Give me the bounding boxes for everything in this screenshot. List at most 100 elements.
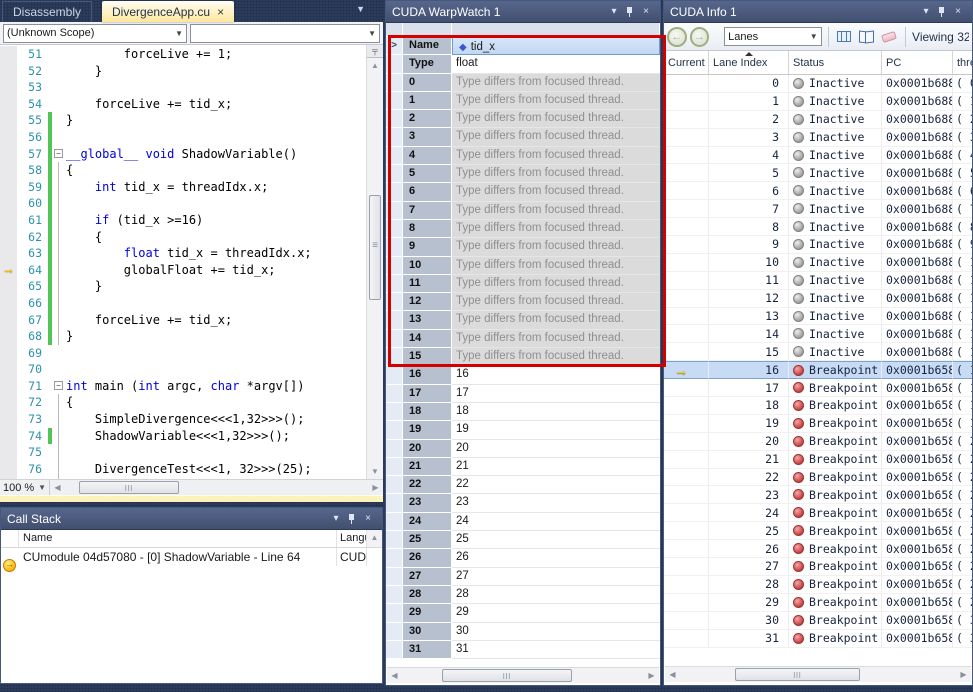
warpwatch-lane-row[interactable]: 1717 (386, 385, 660, 403)
row-selector-cell[interactable] (386, 220, 403, 238)
warpwatch-lane-row[interactable]: 1818 (386, 403, 660, 421)
cudainfo-lane-row[interactable]: 14Inactive0x0001b688( 14, 0, 0 ) (664, 325, 972, 343)
value-cell[interactable]: Type differs from focused thread. (452, 165, 660, 183)
warpwatch-lane-row[interactable]: 3030 (386, 623, 660, 641)
cudainfo-lane-row[interactable]: 6Inactive0x0001b688( 6, 0, 0 ) (664, 182, 972, 200)
warpwatch-lane-row[interactable]: 5Type differs from focused thread. (386, 165, 660, 183)
cudainfo-lane-row[interactable]: 24Breakpoint0x0001b658( 24, 0, 0 ) (664, 504, 972, 522)
cudainfo-lane-row[interactable]: →16Breakpoint0x0001b658( 16, 0, 0 ) (664, 361, 972, 379)
breakpoint-margin[interactable] (0, 361, 17, 378)
cudainfo-lane-row[interactable]: 22Breakpoint0x0001b658( 22, 0, 0 ) (664, 469, 972, 487)
cudainfo-lane-row[interactable]: 28Breakpoint0x0001b658( 28, 0, 0 ) (664, 576, 972, 594)
warpwatch-lane-row[interactable]: 1616 (386, 366, 660, 384)
scroll-up-icon[interactable]: ▲ (367, 58, 383, 73)
row-selector-cell[interactable] (386, 55, 403, 73)
breakpoint-margin[interactable] (0, 162, 17, 179)
vertical-scroll-thumb[interactable] (369, 195, 381, 300)
row-selector-cell[interactable] (386, 568, 403, 586)
zoom-level-dropdown[interactable]: 100 % ▼ (0, 480, 50, 495)
member-dropdown[interactable]: ▼ (190, 24, 380, 43)
code-line[interactable]: 67 forceLive += tid_x; (0, 312, 366, 329)
row-selector-cell[interactable] (386, 366, 403, 384)
warpwatch-lane-row[interactable]: 2020 (386, 440, 660, 458)
value-cell[interactable]: 29 (452, 604, 660, 622)
warpwatch-horizontal-scrollbar[interactable]: ◀ ▶ (387, 667, 659, 683)
close-icon[interactable]: × (217, 5, 224, 19)
cudainfo-lane-row[interactable]: 12Inactive0x0001b688( 12, 0, 0 ) (664, 290, 972, 308)
warpwatch-lane-row[interactable]: 1Type differs from focused thread. (386, 92, 660, 110)
warpwatch-lane-row[interactable]: 2222 (386, 476, 660, 494)
value-cell[interactable]: Type differs from focused thread. (452, 110, 660, 128)
warpwatch-lane-row[interactable]: 2929 (386, 604, 660, 622)
code-line[interactable]: 59 int tid_x = threadIdx.x; (0, 179, 366, 196)
row-selector-cell[interactable] (386, 421, 403, 439)
value-cell[interactable]: 19 (452, 421, 660, 439)
cudainfo-lane-row[interactable]: 4Inactive0x0001b688( 4, 0, 0 ) (664, 147, 972, 165)
value-cell[interactable]: 21 (452, 458, 660, 476)
cudainfo-lane-row[interactable]: 17Breakpoint0x0001b658( 17, 0, 0 ) (664, 379, 972, 397)
value-cell[interactable]: Type differs from focused thread. (452, 220, 660, 238)
row-selector-cell[interactable] (386, 403, 403, 421)
row-selector-cell[interactable] (386, 147, 403, 165)
cudainfo-lane-row[interactable]: 10Inactive0x0001b688( 10, 0, 0 ) (664, 254, 972, 272)
collapse-minus-icon[interactable]: − (54, 149, 63, 158)
close-icon[interactable]: × (360, 512, 376, 526)
breakpoint-margin[interactable] (0, 129, 17, 146)
breakpoint-margin[interactable] (0, 212, 17, 229)
code-line[interactable]: 74 ShadowVariable<<<1,32>>>(); (0, 428, 366, 445)
row-selector-cell[interactable] (386, 92, 403, 110)
breakpoint-margin[interactable] (0, 312, 17, 329)
row-selector-cell[interactable] (386, 165, 403, 183)
cudainfo-lane-row[interactable]: 13Inactive0x0001b688( 13, 0, 0 ) (664, 308, 972, 326)
value-cell[interactable]: Type differs from focused thread. (452, 74, 660, 92)
value-cell[interactable]: Type differs from focused thread. (452, 257, 660, 275)
warpwatch-lane-row[interactable]: 2828 (386, 586, 660, 604)
value-cell[interactable]: 20 (452, 440, 660, 458)
close-icon[interactable]: × (950, 5, 966, 19)
cudainfo-lane-row[interactable]: 18Breakpoint0x0001b658( 18, 0, 0 ) (664, 397, 972, 415)
horizontal-scroll-thumb[interactable] (442, 669, 572, 682)
scroll-up-icon[interactable]: ▲ (367, 530, 382, 547)
value-cell[interactable]: 27 (452, 568, 660, 586)
breakpoint-margin[interactable] (0, 245, 17, 262)
value-cell[interactable]: Type differs from focused thread. (452, 238, 660, 256)
row-selector-cell[interactable] (386, 74, 403, 92)
scroll-left-icon[interactable]: ◀ (387, 668, 402, 683)
warpwatch-lane-row[interactable]: 0Type differs from focused thread. (386, 74, 660, 92)
code-line[interactable]: 55} (0, 112, 366, 129)
scroll-down-icon[interactable]: ▼ (367, 464, 383, 479)
value-cell[interactable]: 22 (452, 476, 660, 494)
breakpoint-margin[interactable] (0, 394, 17, 411)
row-selector-cell[interactable] (386, 604, 403, 622)
value-cell[interactable]: 28 (452, 586, 660, 604)
code-line[interactable]: 76 DivergenceTest<<<1, 32>>>(25); (0, 461, 366, 478)
breakpoint-margin[interactable] (0, 146, 17, 163)
row-selector-cell[interactable] (386, 440, 403, 458)
callstack-frame-row[interactable]: CUmodule 04d57080 - [0] ShadowVariable -… (1, 548, 382, 566)
scope-dropdown[interactable]: (Unknown Scope) ▼ (3, 24, 187, 43)
code-line[interactable]: 53 (0, 79, 366, 96)
warpwatch-lane-row[interactable]: 9Type differs from focused thread. (386, 238, 660, 256)
value-cell[interactable]: 30 (452, 623, 660, 641)
column-header-pc[interactable]: PC (882, 51, 953, 74)
value-cell[interactable]: Type differs from focused thread. (452, 147, 660, 165)
scroll-right-icon[interactable]: ▶ (956, 667, 971, 682)
warpwatch-lane-row[interactable]: 8Type differs from focused thread. (386, 220, 660, 238)
value-cell[interactable]: 26 (452, 549, 660, 567)
editor-vertical-scrollbar[interactable]: ╤ ▲ ▼ (366, 45, 383, 479)
row-selector-cell[interactable] (386, 110, 403, 128)
code-line[interactable]: 77 (0, 477, 366, 479)
scrollbar-track[interactable] (402, 668, 644, 683)
cudainfo-lane-row[interactable]: 21Breakpoint0x0001b658( 21, 0, 0 ) (664, 451, 972, 469)
breakpoint-margin[interactable] (0, 328, 17, 345)
tab-divergenceapp[interactable]: DivergenceApp.cu × (102, 1, 234, 22)
code-line[interactable]: 57−__global__ void ShadowVariable() (0, 146, 366, 163)
breakpoint-margin[interactable] (0, 195, 17, 212)
cudainfo-lane-row[interactable]: 29Breakpoint0x0001b658( 29, 0, 0 ) (664, 594, 972, 612)
breakpoint-margin[interactable] (0, 477, 17, 479)
warpwatch-lane-row[interactable]: 11Type differs from focused thread. (386, 275, 660, 293)
column-header-threadidx[interactable]: threadIdx (953, 51, 972, 74)
pin-icon[interactable] (344, 512, 360, 526)
warpwatch-name-row[interactable]: >Name◆tid_x (386, 37, 660, 55)
warpwatch-lane-row[interactable]: 2626 (386, 549, 660, 567)
